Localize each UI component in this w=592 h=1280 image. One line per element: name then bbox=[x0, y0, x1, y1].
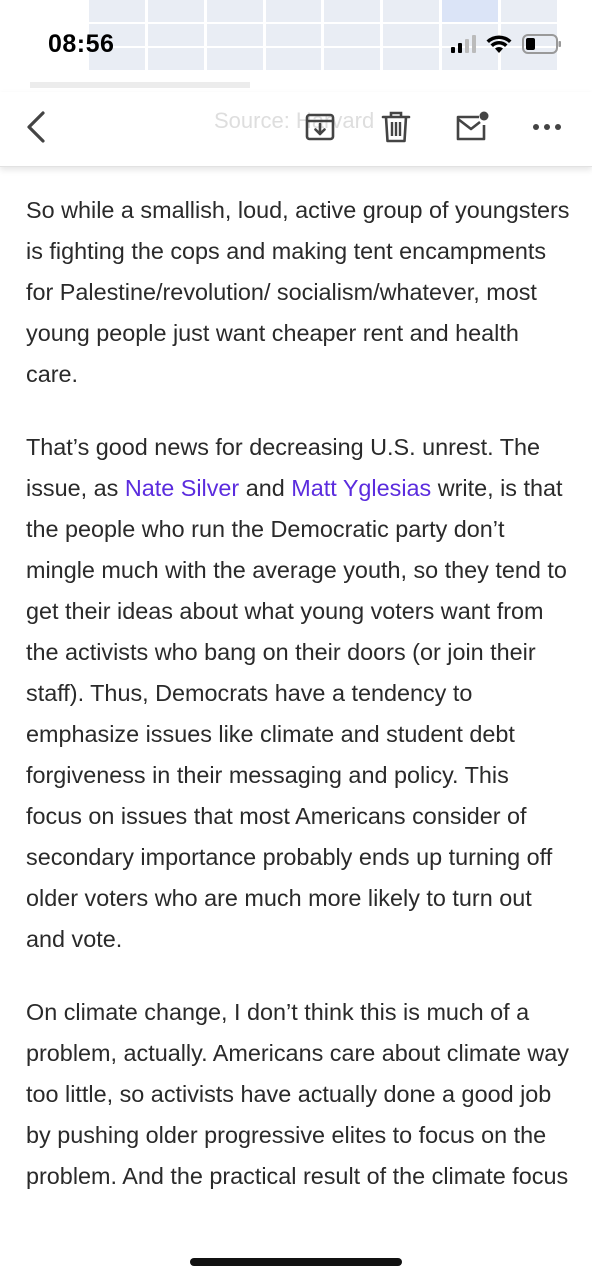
archive-button[interactable] bbox=[298, 105, 342, 149]
more-horizontal-icon bbox=[533, 124, 561, 130]
status-bar: 08:56 bbox=[0, 0, 592, 92]
paragraph-1: So while a smallish, loud, active group … bbox=[26, 197, 570, 387]
paragraph-3: On climate change, I don’t think this is… bbox=[26, 999, 569, 1189]
article-body: So while a smallish, loud, active group … bbox=[26, 190, 571, 1229]
status-icons bbox=[451, 34, 562, 54]
paragraph-2-text-b: and bbox=[239, 475, 292, 501]
paragraph-2-text-c: write, is that the people who run the De… bbox=[26, 475, 567, 952]
battery-icon bbox=[522, 34, 561, 54]
cellular-signal-icon bbox=[451, 35, 476, 53]
mail-toolbar: Source: Harvard bbox=[0, 92, 592, 167]
more-options-button[interactable] bbox=[525, 105, 569, 149]
mark-unread-button[interactable] bbox=[450, 105, 494, 149]
trash-icon bbox=[381, 111, 411, 143]
ghost-source-text: Source: Harvard bbox=[214, 108, 375, 133]
wifi-icon bbox=[486, 35, 512, 53]
home-indicator[interactable] bbox=[190, 1258, 402, 1266]
back-button[interactable] bbox=[14, 105, 58, 149]
status-time: 08:56 bbox=[48, 30, 115, 58]
archive-icon bbox=[305, 113, 335, 141]
mail-unread-icon bbox=[456, 111, 489, 141]
delete-button[interactable] bbox=[374, 105, 418, 149]
paragraph-2: That’s good news for decreasing U.S. unr… bbox=[26, 427, 571, 960]
link-matt-yglesias[interactable]: Matt Yglesias bbox=[291, 475, 431, 501]
chevron-left-icon bbox=[27, 111, 45, 143]
link-nate-silver[interactable]: Nate Silver bbox=[125, 475, 239, 501]
